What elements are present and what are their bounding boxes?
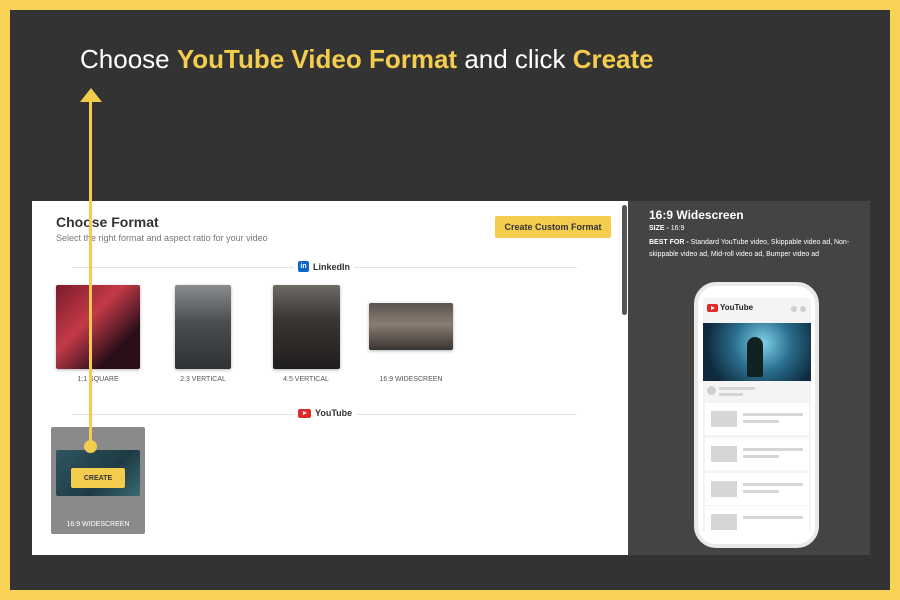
- phone-video-preview: [703, 323, 811, 381]
- format-label: 4:5 VERTICAL: [283, 376, 329, 383]
- pointer-arrow-line: [89, 100, 92, 444]
- choose-format-panel: Choose Format Select the right format an…: [32, 201, 621, 555]
- phone-channel-avatar: [707, 386, 716, 395]
- headline-highlight-create: Create: [572, 44, 654, 74]
- phone-list-item: [705, 506, 809, 532]
- format-label: 1:1 SQUARE: [77, 376, 119, 383]
- pointer-arrow-head-icon: [80, 88, 102, 102]
- camera-icon: [791, 306, 797, 312]
- preview-size-label: SIZE -: [649, 225, 671, 232]
- placeholder-line: [719, 387, 755, 390]
- youtube-label: YouTube: [315, 408, 353, 418]
- panel-title: Choose Format: [56, 214, 159, 230]
- phone-list-item: [705, 473, 809, 505]
- phone-header-icons: [791, 306, 806, 312]
- linkedin-label: LinkedIn: [313, 261, 351, 272]
- search-icon: [800, 306, 806, 312]
- youtube-icon: [707, 303, 718, 312]
- phone-screen: YouTube: [703, 298, 811, 532]
- preview-best-for-label: BEST FOR -: [649, 239, 691, 246]
- linkedin-icon: in: [298, 261, 309, 272]
- phone-list-item: [705, 438, 809, 470]
- phone-youtube-logo: YouTube: [707, 303, 753, 312]
- headline-highlight-format: YouTube Video Format: [176, 44, 458, 74]
- phone-brand: YouTube: [720, 303, 754, 312]
- youtube-format-label: 16:9 WIDESCREEN: [66, 521, 130, 528]
- format-label: 16:9 WIDESCREEN: [379, 376, 443, 383]
- headline-part2: and click: [457, 44, 573, 74]
- format-thumb-2-3-vertical[interactable]: [175, 285, 231, 369]
- format-preview-panel: 16:9 Widescreen SIZE - 16:9 BEST FOR - S…: [628, 201, 870, 555]
- preview-best-for: BEST FOR - Standard YouTube video, Skipp…: [649, 237, 871, 261]
- create-custom-format-button[interactable]: Create Custom Format: [495, 216, 611, 238]
- format-thumb-4-5-vertical[interactable]: [273, 285, 340, 369]
- pointer-dot: [84, 440, 97, 453]
- preview-title: 16:9 Widescreen: [649, 208, 744, 222]
- preview-size-value: 16:9: [670, 225, 685, 232]
- format-label: 2:3 VERTICAL: [180, 376, 226, 383]
- preview-size: SIZE - 16:9: [649, 225, 684, 232]
- format-thumb-16-9-widescreen[interactable]: [369, 303, 453, 350]
- phone-list-item: [705, 403, 809, 435]
- youtube-icon: [298, 408, 311, 418]
- panel-subtitle: Select the right format and aspect ratio…: [56, 233, 268, 243]
- youtube-section-label: YouTube: [294, 408, 357, 418]
- create-button[interactable]: CREATE: [71, 468, 125, 488]
- youtube-format-card-16-9[interactable]: CREATE 16:9 WIDESCREEN: [51, 427, 145, 534]
- headline: Choose YouTube Video Format and click Cr…: [80, 44, 654, 75]
- linkedin-section-label: in LinkedIn: [294, 261, 355, 272]
- format-thumb-1-1-square[interactable]: [56, 285, 140, 369]
- placeholder-line: [719, 393, 743, 396]
- panel-scrollbar-thumb[interactable]: [622, 205, 627, 315]
- headline-part1: Choose: [80, 44, 177, 74]
- phone-mockup: YouTube: [694, 282, 819, 548]
